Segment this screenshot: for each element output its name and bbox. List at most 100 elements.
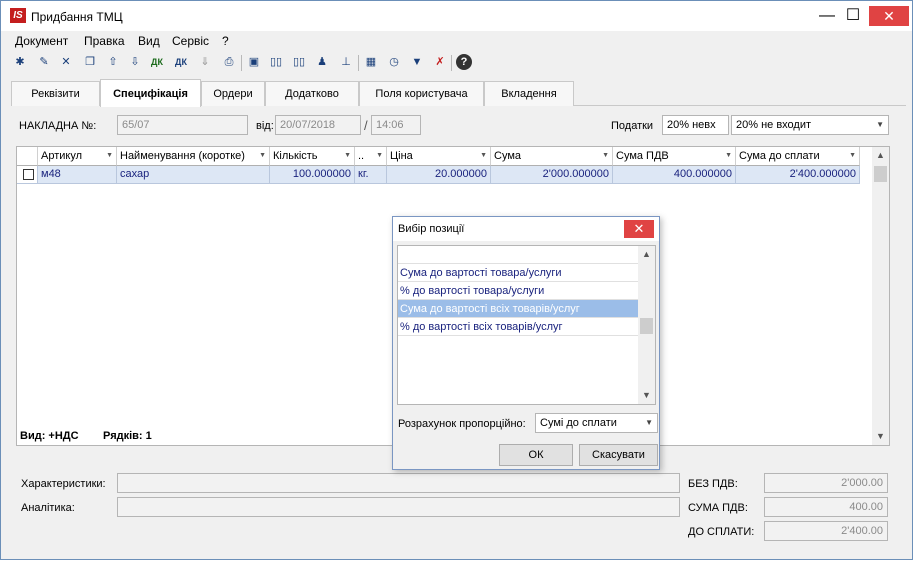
date-field[interactable]: 20/07/2018 <box>275 115 361 135</box>
insert-icon[interactable]: ⇩ <box>127 54 143 70</box>
cell-price[interactable]: 20.000000 <box>387 166 491 184</box>
vat-sum-label: СУМА ПДВ: <box>688 502 748 514</box>
cell-total[interactable]: 2'400.000000 <box>736 166 860 184</box>
cell-quantity[interactable]: 100.000000 <box>270 166 355 184</box>
clear-filter-icon[interactable]: ✗ <box>432 54 448 70</box>
to-pay-label: ДО СПЛАТИ: <box>688 526 755 538</box>
help-icon[interactable]: ? <box>456 54 472 70</box>
ok-button[interactable]: ОК <box>499 444 573 466</box>
table-icon[interactable]: ▦ <box>363 54 379 70</box>
tab-attachments[interactable]: Вкладення <box>484 81 574 106</box>
dialog-close-button[interactable]: ✕ <box>624 220 654 238</box>
list-item[interactable]: % до вартості товара/услуги <box>398 282 639 300</box>
menu-service[interactable]: Сервіс <box>172 34 209 48</box>
cell-vat[interactable]: 400.000000 <box>613 166 736 184</box>
scroll-up-icon[interactable]: ▲ <box>872 147 889 164</box>
sort-arrow-icon: ▼ <box>344 152 351 159</box>
dk-blue-icon[interactable]: ДК <box>173 54 189 70</box>
menu-view[interactable]: Вид <box>138 34 160 48</box>
col-sum[interactable]: Сума ▼ <box>491 147 613 166</box>
list-item-selected[interactable]: Сума до вартості всіх товарів/услуг <box>398 300 639 318</box>
col-name[interactable]: Найменування (коротке) ▼ <box>117 147 270 166</box>
move-down-icon[interactable]: ⇓ <box>197 54 213 70</box>
sort-arrow-icon: ▼ <box>376 152 383 159</box>
row-checkbox[interactable] <box>23 169 34 180</box>
tab-orders[interactable]: Ордери <box>201 81 265 106</box>
open-book-icon[interactable]: ▯▯ <box>268 54 284 70</box>
save-icon[interactable]: ▣ <box>246 54 262 70</box>
no-vat-label: БЕЗ ПДВ: <box>688 478 738 490</box>
invoice-label: НАКЛАДНА №: <box>19 120 97 132</box>
scroll-down-icon[interactable]: ▼ <box>872 428 889 445</box>
hierarchy-icon[interactable]: ⊥ <box>338 54 354 70</box>
close-button[interactable]: ✕ <box>869 6 909 26</box>
col-price[interactable]: Ціна ▼ <box>387 147 491 166</box>
tax-mode-field[interactable]: 20% невх <box>662 115 729 135</box>
cell-unit[interactable]: кг. <box>355 166 387 184</box>
characteristics-field[interactable] <box>117 473 680 493</box>
col-quantity[interactable]: Кількість ▼ <box>270 147 355 166</box>
delete-doc-icon[interactable]: ✕ <box>58 54 74 70</box>
cell-article[interactable]: м48 <box>38 166 117 184</box>
characteristics-label: Характеристики: <box>21 478 106 490</box>
grid-footer-view: Вид: +НДС <box>20 430 79 442</box>
tab-user-fields[interactable]: Поля користувача <box>359 81 484 106</box>
tax-select-value: 20% не входит <box>736 119 812 131</box>
col-total[interactable]: Сума до сплати ▼ <box>736 147 860 166</box>
col-unit[interactable]: .. ▼ <box>355 147 387 166</box>
invoice-number-field[interactable]: 65/07 <box>117 115 248 135</box>
list-item[interactable]: Сума до вартості товара/услуги <box>398 264 639 282</box>
toolbar-separator <box>358 55 359 71</box>
cell-name[interactable]: сахар <box>117 166 270 184</box>
calc-select[interactable]: Сумі до сплати ▼ <box>535 413 658 433</box>
menu-edit[interactable]: Правка <box>84 34 125 48</box>
book-icon[interactable]: ▯▯ <box>291 54 307 70</box>
list-scrollbar[interactable]: ▲ ▼ <box>638 246 655 404</box>
vat-sum-field[interactable]: 400.00 <box>764 497 888 517</box>
scroll-thumb[interactable] <box>640 318 653 334</box>
col-article[interactable]: Артикул ▼ <box>38 147 117 166</box>
position-list: Сума до вартості товара/услуги % до варт… <box>397 245 656 405</box>
new-copy-icon[interactable]: ✎ <box>36 54 52 70</box>
org-icon[interactable]: ♟ <box>314 54 330 70</box>
clock-icon[interactable]: ◷ <box>386 54 402 70</box>
tax-select[interactable]: 20% не входит ▼ <box>731 115 889 135</box>
date-time-separator: / <box>364 118 368 133</box>
date-label: від: <box>256 120 274 132</box>
no-vat-field[interactable]: 2'000.00 <box>764 473 888 493</box>
scroll-down-icon[interactable]: ▼ <box>638 387 655 404</box>
chevron-down-icon: ▼ <box>876 120 884 129</box>
analytics-field[interactable] <box>117 497 680 517</box>
tab-specification[interactable]: Специфікація <box>100 79 201 107</box>
dk-green-icon[interactable]: ДК <box>149 54 165 70</box>
cell-sum[interactable]: 2'000.000000 <box>491 166 613 184</box>
col-vat[interactable]: Сума ПДВ ▼ <box>613 147 736 166</box>
menu-bar: Документ Правка Вид Сервіс ? <box>1 31 912 51</box>
to-pay-field[interactable]: 2'400.00 <box>764 521 888 541</box>
tab-requisites[interactable]: Реквізити <box>11 81 100 106</box>
position-choice-dialog: Вибір позиції ✕ Сума до вартості товара/… <box>392 216 660 470</box>
list-item[interactable]: % до вартості всіх товарів/услуг <box>398 318 639 336</box>
new-doc-icon[interactable]: ✱ <box>12 54 28 70</box>
toolbar-separator <box>451 55 452 71</box>
time-field[interactable]: 14:06 <box>371 115 421 135</box>
title-bar: IS Придбання ТМЦ — ☐ ✕ <box>1 1 912 31</box>
maximize-button[interactable]: ☐ <box>833 1 873 31</box>
calc-select-value: Сумі до сплати <box>540 417 617 429</box>
print-icon[interactable]: ⎙ <box>221 54 237 70</box>
sort-arrow-icon: ▼ <box>602 152 609 159</box>
menu-document[interactable]: Документ <box>15 34 68 48</box>
grid-scrollbar[interactable]: ▲ ▼ <box>872 147 889 445</box>
sort-arrow-icon: ▼ <box>725 152 732 159</box>
tab-additional[interactable]: Додатково <box>265 81 359 106</box>
scroll-thumb[interactable] <box>874 166 887 182</box>
filter-icon[interactable]: ▼ <box>409 54 425 70</box>
menu-help[interactable]: ? <box>222 34 229 48</box>
list-item[interactable] <box>398 246 639 264</box>
upload-icon[interactable]: ⇧ <box>105 54 121 70</box>
taxes-label: Податки <box>611 120 654 132</box>
cancel-button[interactable]: Скасувати <box>579 444 658 466</box>
analytics-label: Аналітика: <box>21 502 75 514</box>
copy-icon[interactable]: ❐ <box>82 54 98 70</box>
scroll-up-icon[interactable]: ▲ <box>638 246 655 263</box>
